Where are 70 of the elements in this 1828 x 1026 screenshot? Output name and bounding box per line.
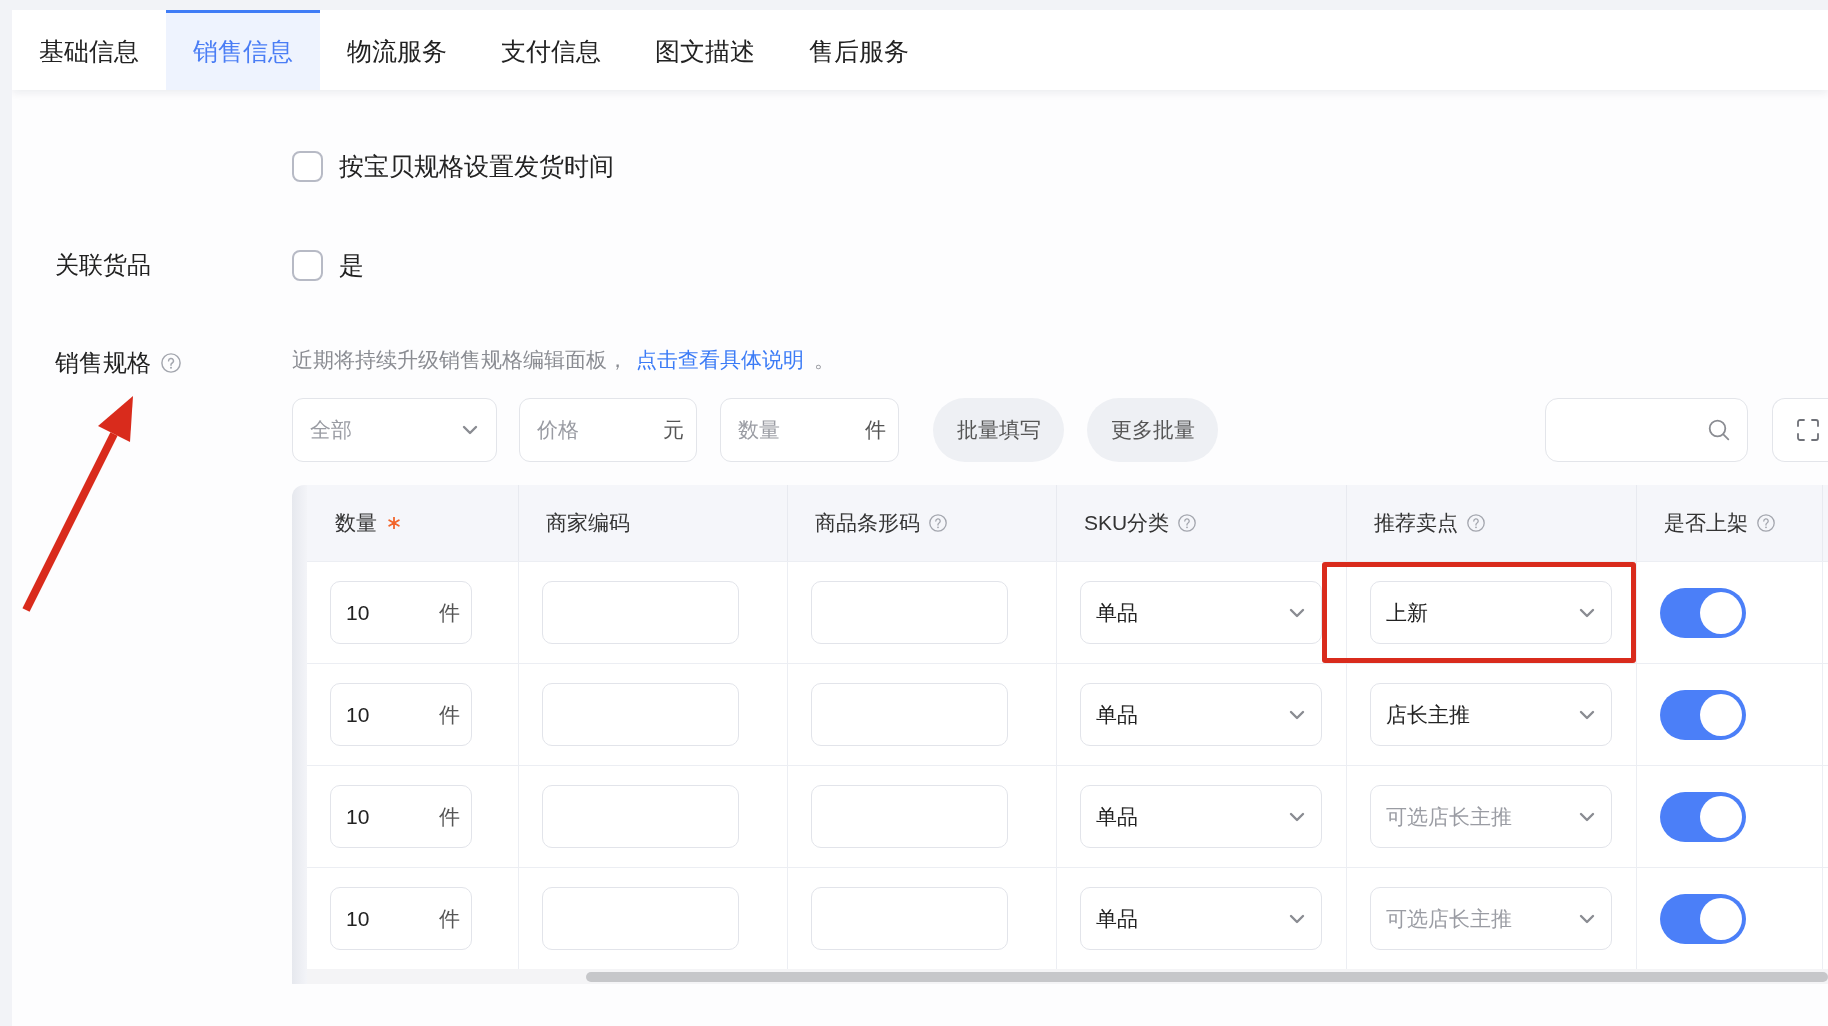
- fullscreen-icon: [1797, 419, 1819, 441]
- column-header: 推荐卖点: [1374, 510, 1458, 536]
- quantity-field[interactable]: 10 件: [330, 887, 472, 950]
- batch-button[interactable]: 更多批量: [1087, 398, 1218, 462]
- chevron-down-icon: [462, 425, 478, 435]
- search-field[interactable]: [1545, 398, 1748, 462]
- tab[interactable]: 图文描述: [628, 10, 782, 90]
- column-header: 商品条形码: [815, 510, 920, 536]
- input-field[interactable]: [542, 785, 739, 848]
- details-link[interactable]: 点击查看具体说明: [636, 348, 804, 371]
- unit-label: 件: [865, 417, 886, 443]
- chevron-down-icon: [1289, 709, 1305, 720]
- help-icon[interactable]: [929, 514, 947, 532]
- toggle-switch[interactable]: [1660, 791, 1746, 842]
- chevron-down-icon: [1289, 811, 1305, 822]
- input-field[interactable]: [542, 887, 739, 950]
- select-field[interactable]: 店长主推: [1370, 683, 1612, 746]
- toggle-switch[interactable]: [1660, 587, 1746, 638]
- unit-label: 件: [439, 803, 460, 830]
- select-field[interactable]: 单品: [1080, 683, 1322, 746]
- help-icon[interactable]: [1757, 514, 1775, 532]
- help-icon[interactable]: [161, 353, 181, 373]
- quantity-field[interactable]: 10 件: [330, 683, 472, 746]
- toggle-switch[interactable]: [1660, 689, 1746, 740]
- checkbox-label: 是: [339, 249, 364, 281]
- chevron-down-icon: [1289, 913, 1305, 924]
- input-field[interactable]: [811, 683, 1008, 746]
- chevron-down-icon: [1579, 709, 1595, 720]
- select-field[interactable]: 上新: [1370, 581, 1612, 644]
- batch-button[interactable]: 批量填写: [933, 398, 1064, 462]
- toggle-switch[interactable]: [1660, 893, 1746, 944]
- quantity-field[interactable]: 10 件: [330, 785, 472, 848]
- chevron-down-icon: [1579, 913, 1595, 924]
- checkbox[interactable]: [292, 150, 323, 182]
- chevron-down-icon: [1579, 607, 1595, 618]
- input-field[interactable]: [811, 785, 1008, 848]
- tab[interactable]: 物流服务: [320, 10, 474, 90]
- help-icon[interactable]: [1467, 514, 1485, 532]
- input-field[interactable]: [542, 581, 739, 644]
- unit-label: 件: [439, 701, 460, 728]
- tab[interactable]: 售后服务: [782, 10, 936, 90]
- quantity-field[interactable]: 10 件: [330, 581, 472, 644]
- chevron-down-icon: [1289, 607, 1305, 618]
- scrollbar-thumb[interactable]: [586, 971, 1828, 982]
- input-field[interactable]: [811, 581, 1008, 644]
- unit-label: 件: [439, 599, 460, 626]
- quantity-field[interactable]: 数量 件: [720, 398, 899, 462]
- unit-label: 件: [439, 905, 460, 932]
- select-field[interactable]: 单品: [1080, 785, 1322, 848]
- input-field[interactable]: [542, 683, 739, 746]
- checkbox-label: 按宝贝规格设置发货时间: [339, 150, 614, 182]
- unit-label: 元: [663, 417, 684, 443]
- column-header: 是否上架: [1664, 510, 1748, 536]
- select-field[interactable]: 单品: [1080, 887, 1322, 950]
- select-field[interactable]: 单品: [1080, 581, 1322, 644]
- price-field[interactable]: 价格 元: [519, 398, 697, 462]
- column-header: 商家编码: [546, 510, 630, 536]
- help-icon[interactable]: [1178, 514, 1197, 532]
- column-header: 数量: [335, 510, 377, 536]
- input-field[interactable]: [811, 887, 1008, 950]
- chevron-down-icon: [1579, 811, 1595, 822]
- field-label: 关联货品: [55, 251, 151, 278]
- tab[interactable]: 基础信息: [12, 10, 166, 90]
- column-header: SKU分类: [1084, 510, 1170, 536]
- notice-text: 近期将持续升级销售规格编辑面板， 点击查看具体说明 。: [292, 347, 836, 373]
- tab[interactable]: 支付信息: [474, 10, 628, 90]
- checkbox[interactable]: [292, 249, 323, 281]
- fullscreen-button[interactable]: [1772, 398, 1828, 462]
- search-icon: [1708, 419, 1730, 441]
- field-label: 销售规格: [55, 348, 151, 378]
